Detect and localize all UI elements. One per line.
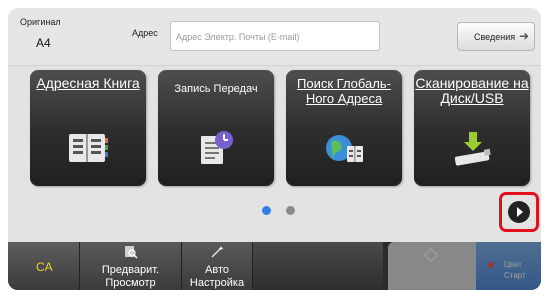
- original-label: Оригинал: [20, 17, 61, 27]
- email-address-input[interactable]: Адрес Электр. Почты (E-mail): [170, 21, 380, 51]
- color-start-button[interactable]: Цвет Старт: [476, 242, 541, 290]
- tile-scan-to-usb-label: Сканирование на Диск/USB: [415, 75, 529, 106]
- address-book-icon: [69, 134, 108, 162]
- page-dot-1[interactable]: [262, 206, 271, 215]
- color-dot-red-icon: [488, 262, 494, 268]
- next-page-button[interactable]: [508, 201, 530, 223]
- preview-button-label: Предварит. Просмотр: [101, 264, 160, 289]
- tile-global-address-search[interactable]: Поиск Глобаль-Ного Адреса: [286, 70, 402, 186]
- global-search-icon: [326, 135, 363, 162]
- details-button-label: Сведения: [474, 32, 516, 42]
- usb-scan-icon: [454, 132, 491, 166]
- bottom-bar: CA Предварит. Просмотр Авто Настройка Цв…: [8, 242, 541, 290]
- transmission-log-icon: [201, 131, 233, 164]
- auto-setting-button[interactable]: Авто Настройка: [182, 242, 253, 290]
- preview-icon: [125, 246, 138, 259]
- magic-wand-icon: [211, 246, 224, 258]
- details-button[interactable]: Сведения ➜: [457, 22, 535, 51]
- tile-transmission-log[interactable]: Запись Передач: [158, 70, 274, 186]
- page-dot-2[interactable]: [286, 206, 295, 215]
- bottom-spacer: [253, 242, 383, 290]
- control-panel-screen: Оригинал A4 Адрес Адрес Электр. Почты (E…: [8, 8, 541, 290]
- tile-transmission-log-label: Запись Передач: [174, 83, 258, 95]
- clear-all-button[interactable]: CA: [8, 242, 80, 290]
- tile-address-book-label: Адресная Книга: [36, 75, 140, 91]
- original-size-value[interactable]: A4: [36, 36, 51, 50]
- tile-global-address-search-label: Поиск Глобаль-Ного Адреса: [297, 76, 391, 106]
- clear-all-label: CA: [36, 260, 53, 274]
- shortcut-area: Адресная Книга Запись Передач Поиск Глоб…: [8, 66, 541, 246]
- arrow-right-icon: ➜: [518, 29, 529, 43]
- tile-scan-to-usb[interactable]: Сканирование на Диск/USB: [414, 70, 530, 186]
- next-page-highlight: [499, 192, 539, 232]
- preview-button[interactable]: Предварит. Просмотр: [80, 242, 182, 290]
- color-start-label: Цвет Старт: [504, 260, 526, 280]
- auto-setting-button-label: Авто Настройка: [189, 264, 245, 289]
- top-bar: Оригинал A4 Адрес Адрес Электр. Почты (E…: [8, 8, 541, 66]
- start-diamond-icon: [424, 248, 438, 262]
- tile-address-book[interactable]: Адресная Книга: [30, 70, 146, 186]
- address-label: Адрес: [132, 28, 158, 38]
- bw-start-button[interactable]: [388, 242, 476, 290]
